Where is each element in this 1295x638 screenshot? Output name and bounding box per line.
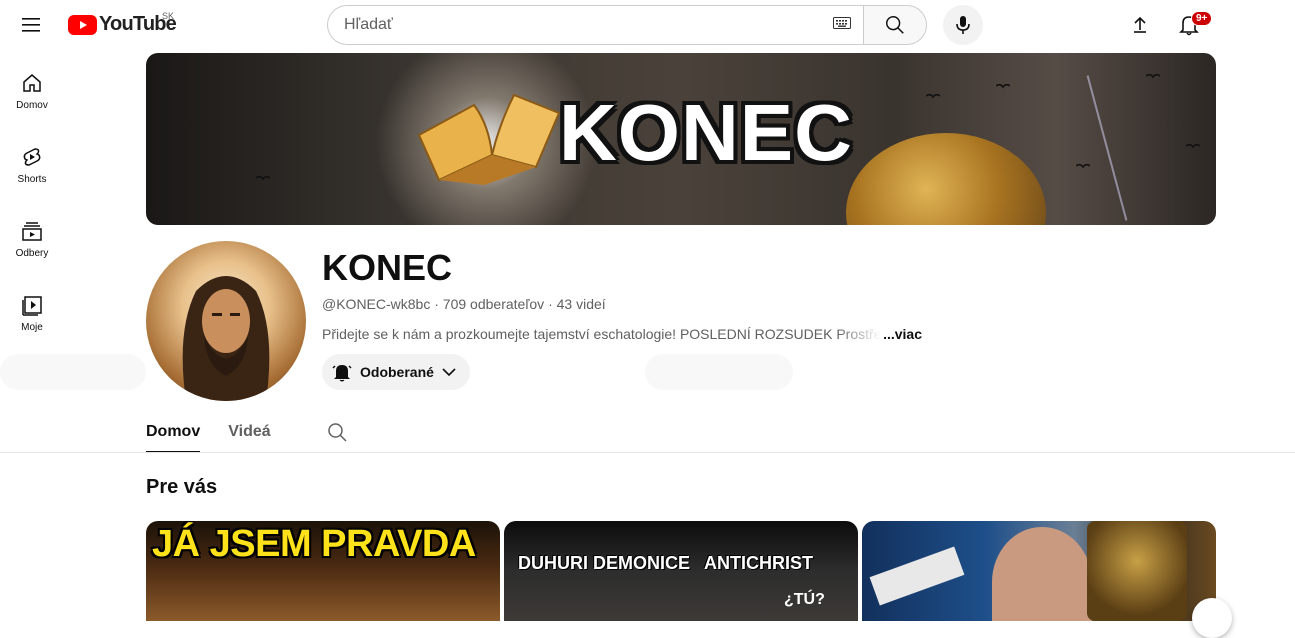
ghost-overlay <box>645 354 793 390</box>
carousel-next-button[interactable] <box>1192 598 1232 638</box>
thumbnail-text: ¿TÚ? <box>784 591 825 608</box>
description-more-link[interactable]: ...viac <box>883 326 922 342</box>
video-count: 43 videí <box>556 296 606 312</box>
shorts-icon <box>23 148 41 166</box>
search-input[interactable] <box>344 16 833 34</box>
ghost-overlay <box>0 354 146 390</box>
bird-silhouette <box>1146 73 1160 79</box>
tabs-divider <box>0 452 1295 453</box>
banner-dome-image <box>846 133 1046 225</box>
search-box[interactable] <box>327 5 863 45</box>
menu-icon[interactable] <box>16 9 48 41</box>
sidebar-item-home[interactable]: Domov <box>0 56 64 130</box>
description-text: Přidejte se k nám a prozkoumejte tajemst… <box>322 326 882 342</box>
throne-image <box>1087 521 1187 621</box>
sidebar-item-label: Domov <box>16 100 48 111</box>
channel-avatar[interactable] <box>146 241 306 401</box>
bird-silhouette <box>926 93 940 99</box>
banner-lightning <box>1086 75 1128 221</box>
channel-name: KONEC <box>322 247 453 288</box>
notification-count-badge: 9+ <box>1191 11 1213 26</box>
microphone-icon <box>956 16 970 34</box>
avatar-portrait <box>182 276 270 401</box>
keyboard-icon[interactable] <box>833 16 851 34</box>
top-bar: YouTube SK 9+ <box>0 0 1295 50</box>
voice-search-button[interactable] <box>943 5 983 45</box>
channel-tabs: Domov Videá <box>146 410 1216 453</box>
open-book-image <box>417 93 561 185</box>
search-bar <box>327 5 927 45</box>
library-icon <box>22 296 42 316</box>
sidebar: Domov Shorts Odbery Moje <box>0 56 64 352</box>
subscriber-count: 709 odberateľov <box>442 296 545 312</box>
channel-banner: KONEC <box>146 53 1216 225</box>
section-title: Pre vás <box>146 476 218 498</box>
bird-silhouette <box>256 175 270 181</box>
bell-filled-icon <box>332 365 352 382</box>
thumbnail-text: JÁ JSEM PRAVDA <box>152 523 476 565</box>
sidebar-item-shorts[interactable]: Shorts <box>0 130 64 204</box>
person-image <box>992 527 1092 621</box>
thumbnail-text: DUHURI DEMONICE <box>518 553 691 573</box>
channel-metadata: @KONEC-wk8bc · 709 odberateľov · 43 vide… <box>322 296 606 312</box>
tab-videos[interactable]: Videá <box>228 410 270 453</box>
bird-silhouette <box>1076 163 1090 169</box>
home-icon <box>23 74 41 92</box>
country-code: SK <box>162 11 175 21</box>
meta-separator: · <box>548 296 557 312</box>
chevron-down-icon <box>442 368 456 377</box>
subscriptions-icon <box>22 222 42 241</box>
thumbnail-text: ANTICHRIST <box>704 553 813 573</box>
satellite-image <box>869 546 965 606</box>
search-icon <box>886 16 904 34</box>
bird-silhouette <box>1186 143 1200 149</box>
tab-search[interactable] <box>327 410 347 453</box>
meta-separator: · <box>434 296 443 312</box>
play-logo-icon <box>68 14 97 35</box>
subscribed-button[interactable]: Odoberané <box>322 354 470 390</box>
sidebar-item-you[interactable]: Moje <box>0 278 64 352</box>
notifications-button[interactable]: 9+ <box>1169 5 1213 45</box>
search-icon <box>327 422 347 442</box>
subscribed-label: Odoberané <box>360 364 434 380</box>
search-button[interactable] <box>863 5 927 45</box>
video-thumbnail[interactable]: JÁ JSEM PRAVDA <box>146 521 500 621</box>
video-thumbnail[interactable]: DUHURI DEMONICE ANTICHRIST ¿TÚ? <box>504 521 858 621</box>
youtube-logo[interactable]: YouTube <box>68 13 177 36</box>
channel-description[interactable]: Přidejte se k nám a prozkoumejte tajemst… <box>322 326 922 342</box>
tab-home[interactable]: Domov <box>146 410 201 453</box>
sidebar-item-label: Odbery <box>15 248 49 259</box>
upload-icon <box>1134 16 1146 33</box>
sidebar-item-label: Moje <box>21 322 43 333</box>
sidebar-item-subscriptions[interactable]: Odbery <box>0 204 64 278</box>
bird-silhouette <box>996 83 1010 89</box>
banner-title: KONEC <box>559 88 853 177</box>
video-thumbnail[interactable] <box>862 521 1216 621</box>
create-button[interactable] <box>1120 5 1160 45</box>
channel-handle: @KONEC-wk8bc <box>322 296 431 312</box>
sidebar-item-label: Shorts <box>17 174 47 185</box>
